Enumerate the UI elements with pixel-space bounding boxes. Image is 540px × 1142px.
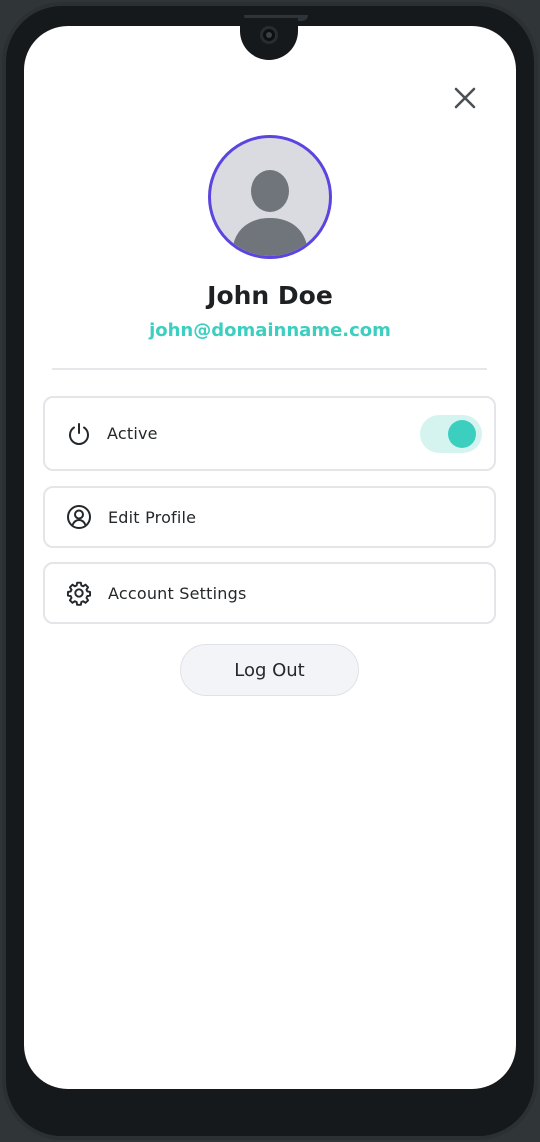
- camera-icon: [260, 26, 278, 44]
- edit-profile-button[interactable]: Edit Profile: [43, 486, 496, 548]
- user-circle-icon: [65, 503, 93, 531]
- profile-email[interactable]: john@domainname.com: [24, 320, 516, 341]
- active-status-row[interactable]: Active: [43, 396, 496, 471]
- account-settings-button[interactable]: Account Settings: [43, 562, 496, 624]
- gear-icon: [65, 579, 93, 607]
- close-button[interactable]: [451, 84, 479, 112]
- account-settings-label: Account Settings: [108, 583, 247, 603]
- active-toggle[interactable]: [420, 415, 482, 453]
- edit-profile-label: Edit Profile: [108, 507, 197, 527]
- active-label: Active: [107, 424, 158, 443]
- profile-name: John Doe: [207, 281, 333, 310]
- logout-button[interactable]: Log Out: [180, 644, 359, 696]
- toggle-knob: [448, 420, 476, 448]
- power-icon: [65, 420, 93, 448]
- profile-screen: John Doe john@domainname.com Active Edit…: [24, 26, 516, 1089]
- close-icon: [454, 87, 476, 109]
- user-placeholder-icon: [232, 170, 308, 256]
- avatar[interactable]: [208, 135, 332, 259]
- divider: [52, 368, 487, 370]
